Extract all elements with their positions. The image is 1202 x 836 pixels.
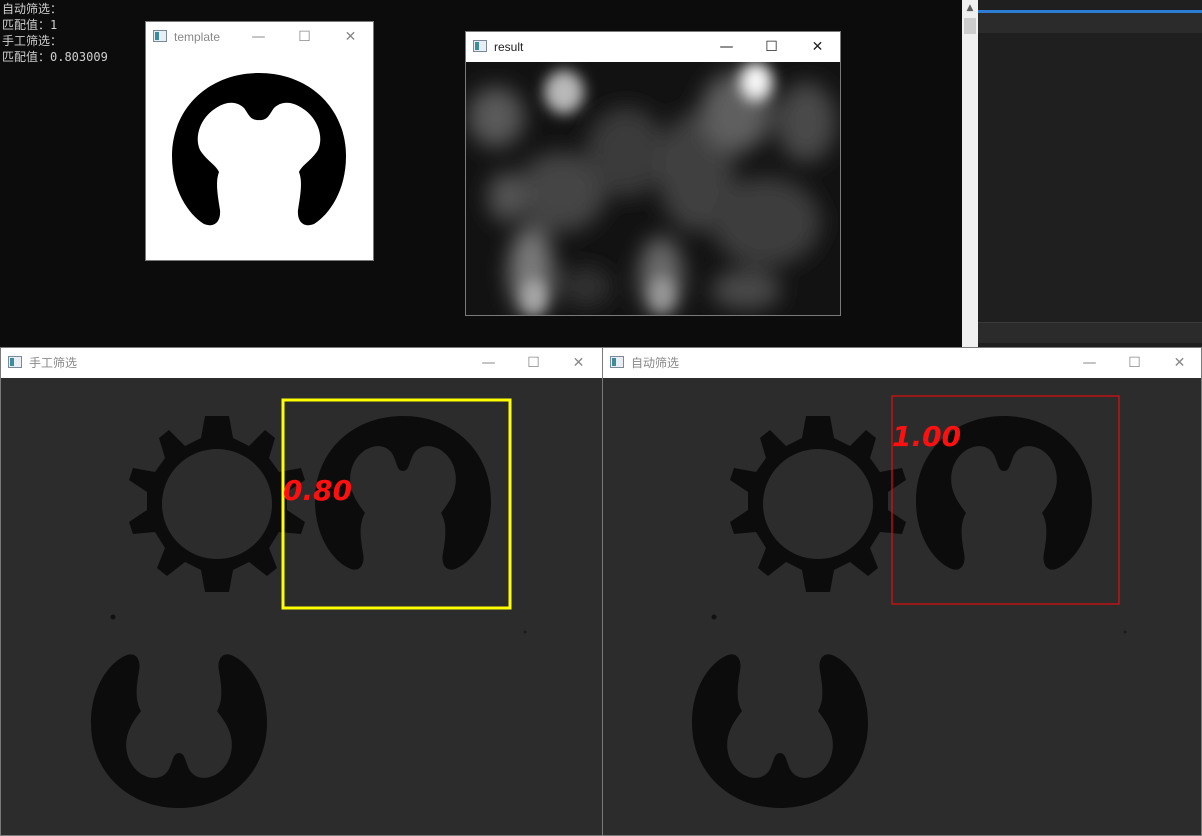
maximize-icon[interactable]: ☐ [749,32,794,62]
manual-score-label: 0.80 [283,474,352,507]
console-scrollbar[interactable]: ▲ [962,0,978,347]
template-titlebar[interactable]: template — ☐ ✕ [146,22,373,52]
window-app-icon [8,356,22,368]
template-image [146,52,373,260]
maximize-icon[interactable]: ☐ [282,22,327,52]
result-titlebar[interactable]: result — ☐ ✕ [466,32,840,62]
window-app-icon [473,40,487,52]
maximize-icon[interactable]: ☐ [511,348,556,378]
ide-tab-strip [978,13,1202,33]
minimize-icon[interactable]: — [466,348,511,378]
close-icon[interactable]: ✕ [795,32,840,62]
minimize-icon[interactable]: — [1067,348,1112,378]
maximize-icon[interactable]: ☐ [1112,348,1157,378]
template-eclip-shape [172,73,346,226]
ide-status-strip [978,322,1202,343]
heatmap-image [466,62,840,315]
console-line-1: 自动筛选： [2,2,63,16]
auto-filter-window: 自动筛选 — ☐ ✕ 1.00 [602,347,1202,836]
console-line-3: 手工筛选： [2,34,63,48]
window-title: 手工筛选 [29,356,78,370]
window-title: 自动筛选 [631,356,680,370]
manual-filter-window: 手工筛选 — ☐ ✕ 0.80 [0,347,603,836]
close-icon[interactable]: ✕ [556,348,601,378]
ide-panel [978,0,1202,347]
result-heatmap [466,62,840,315]
console-line-4: 匹配值：0.803009 [2,50,108,64]
auto-score-label: 1.00 [892,420,961,453]
auto-scene-image: 1.00 [603,378,1201,835]
window-title: template [174,30,221,44]
close-icon[interactable]: ✕ [1157,348,1202,378]
window-app-icon [610,356,624,368]
result-window: result — ☐ ✕ [465,31,841,316]
manual-titlebar[interactable]: 手工筛选 — ☐ ✕ [1,348,602,378]
manual-scene-image: 0.80 [1,378,602,835]
window-app-icon [153,30,167,42]
close-icon[interactable]: ✕ [328,22,373,52]
scroll-up-icon[interactable]: ▲ [962,0,978,16]
scene-canvas: 1.00 [603,378,1201,835]
scene-canvas: 0.80 [1,378,602,835]
auto-titlebar[interactable]: 自动筛选 — ☐ ✕ [603,348,1201,378]
console-line-2: 匹配值：1 [2,18,58,32]
minimize-icon[interactable]: — [704,32,749,62]
scrollbar-thumb[interactable] [964,18,976,34]
minimize-icon[interactable]: — [236,22,281,52]
window-title: result [494,40,524,54]
template-window: template — ☐ ✕ [145,21,374,261]
